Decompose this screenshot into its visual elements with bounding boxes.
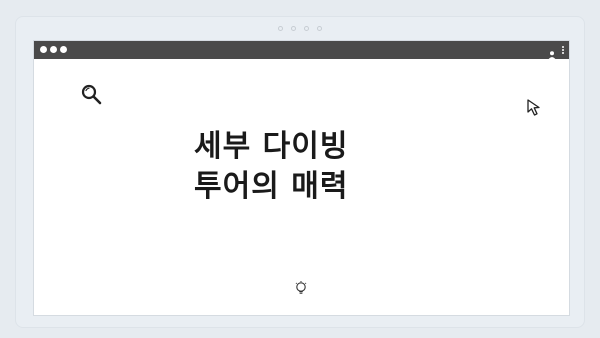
window-controls [547, 43, 565, 60]
window-buttons [40, 46, 67, 53]
browser-window: 세부 다이빙 투어의 매력 [33, 40, 570, 316]
title-line-1: 세부 다이빙 [194, 129, 349, 164]
pager-dot-4[interactable] [317, 26, 322, 31]
pager-dots [16, 26, 584, 34]
minimize-window-button[interactable] [50, 46, 57, 53]
title-bar [34, 41, 569, 60]
kebab-menu-icon[interactable] [561, 46, 565, 54]
cursor-arrow-icon [525, 97, 547, 119]
pager-dot-3[interactable] [304, 26, 309, 31]
maximize-window-button[interactable] [60, 46, 67, 53]
close-window-button[interactable] [40, 46, 47, 53]
pager-dot-1[interactable] [278, 26, 283, 31]
page-title: 세부 다이빙 투어의 매력 [194, 127, 434, 207]
user-icon[interactable] [547, 45, 557, 60]
title-line-2: 투어의 매력 [194, 169, 349, 204]
pager-dot-2[interactable] [291, 26, 296, 31]
lightbulb-icon [293, 280, 309, 296]
search-icon [80, 83, 104, 107]
page-content: 세부 다이빙 투어의 매력 [34, 59, 569, 315]
